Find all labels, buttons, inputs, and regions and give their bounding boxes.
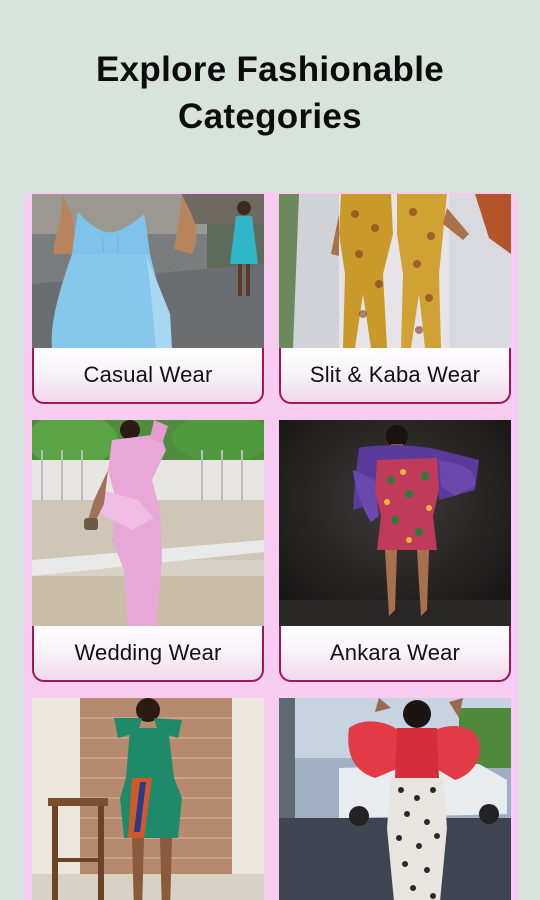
page-title-line-2: Categories [178, 97, 362, 136]
category-grid: Casual Wear Slit & Kaba Wear Wedding Wea… [24, 192, 518, 900]
category-label-slit-kaba-wear: Slit & Kaba Wear [279, 348, 511, 404]
red-blouse-sequin-skirt-photo [279, 698, 511, 900]
category-card-wedding-wear[interactable]: Wedding Wear [32, 420, 264, 682]
category-card-casual-wear[interactable]: Casual Wear [32, 194, 264, 404]
category-card-slit-kaba-wear[interactable]: Slit & Kaba Wear [279, 194, 511, 404]
category-card-ankara-wear[interactable]: Ankara Wear [279, 420, 511, 682]
category-label-ankara-wear: Ankara Wear [279, 626, 511, 682]
category-card-5[interactable] [32, 698, 264, 900]
page-title: Explore Fashionable Categories [0, 46, 540, 140]
page-title-line-1: Explore Fashionable [95, 50, 444, 89]
category-label-wedding-wear: Wedding Wear [32, 626, 264, 682]
wedding-wear-photo [32, 420, 264, 626]
category-label-casual-wear: Casual Wear [32, 348, 264, 404]
green-peplum-dress-photo [32, 698, 264, 900]
ankara-wear-photo [279, 420, 511, 626]
slit-kaba-wear-photo [279, 194, 511, 348]
category-card-6[interactable] [279, 698, 511, 900]
casual-wear-photo [32, 194, 264, 348]
